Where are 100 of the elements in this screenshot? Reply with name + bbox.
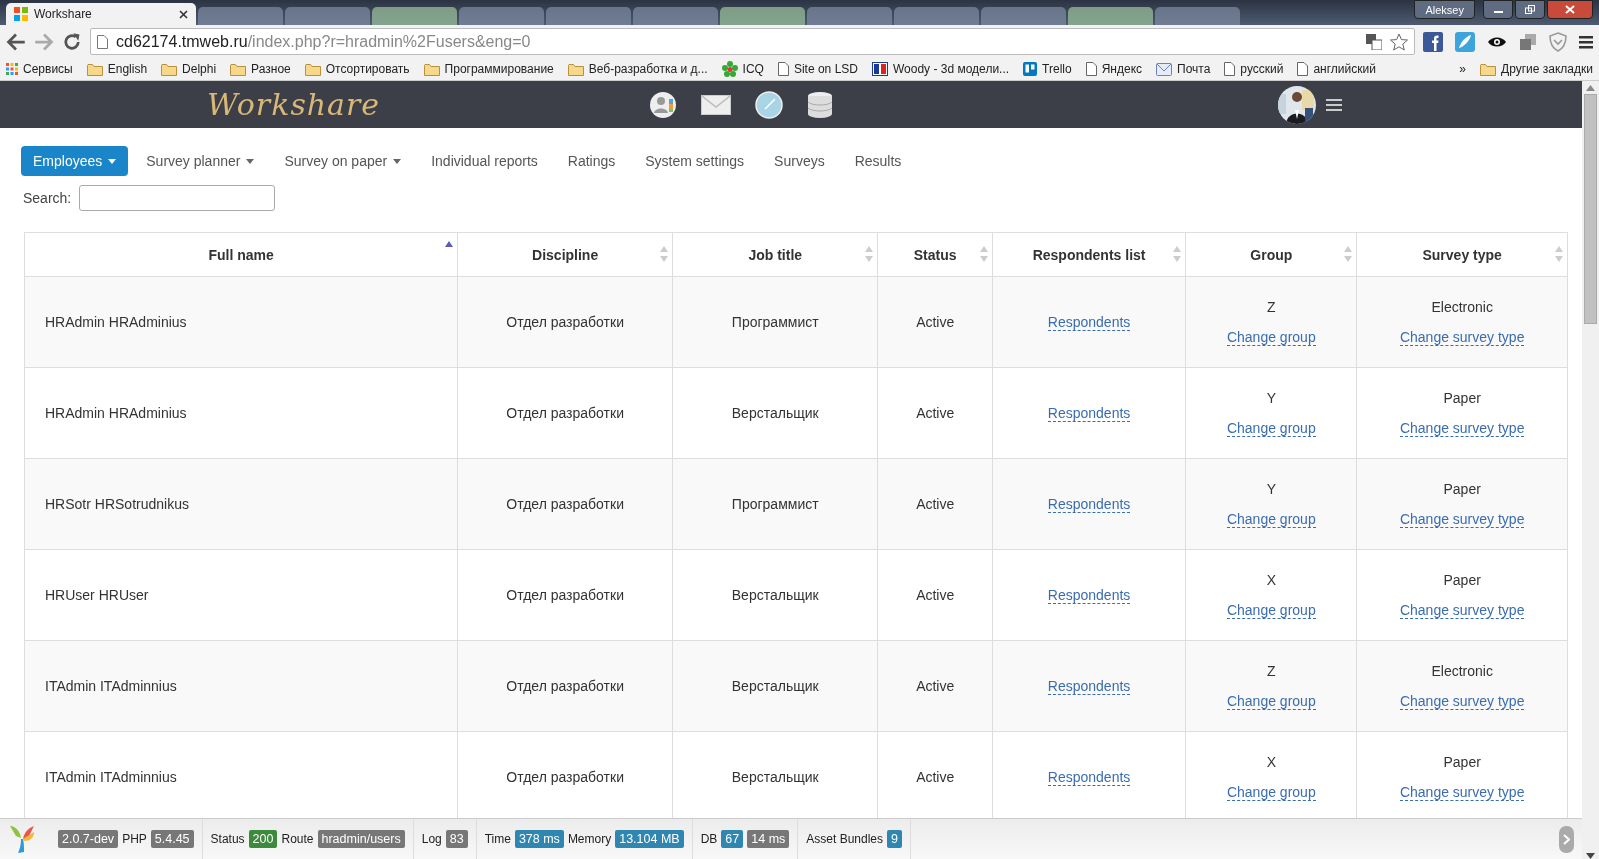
database-icon[interactable] xyxy=(807,90,833,119)
shield-icon[interactable] xyxy=(1549,31,1567,52)
logo[interactable]: Workshare xyxy=(207,87,587,122)
yii-logo-icon[interactable] xyxy=(8,824,36,854)
nav-tab[interactable]: System settings xyxy=(633,146,757,176)
user-icon[interactable] xyxy=(649,90,677,119)
minimize-button[interactable] xyxy=(1483,0,1513,19)
bookmark[interactable]: English xyxy=(86,62,148,76)
nav-tab[interactable]: Results xyxy=(842,146,914,176)
change-survey-type-link[interactable]: Change survey type xyxy=(1399,783,1525,801)
group-value: Z xyxy=(1267,662,1276,679)
scrollbar[interactable] xyxy=(1582,81,1599,859)
clock-icon[interactable] xyxy=(755,90,783,119)
browser-tab[interactable]: Workshare xyxy=(6,3,196,25)
debug-badge: hradmin/users xyxy=(317,830,405,848)
nav-tab[interactable]: Survey on paper xyxy=(272,146,414,176)
facebook-icon[interactable] xyxy=(1423,31,1443,52)
folder-icon xyxy=(161,62,178,76)
folder-icon xyxy=(1480,62,1497,76)
change-survey-type-link[interactable]: Change survey type xyxy=(1399,419,1525,437)
back-icon[interactable] xyxy=(6,31,26,52)
menu-icon[interactable] xyxy=(1579,34,1593,49)
change-group-link[interactable]: Change group xyxy=(1226,783,1316,801)
forward-icon[interactable] xyxy=(34,31,54,52)
bookmark[interactable]: ICQ xyxy=(721,61,764,77)
table-cell: Программист xyxy=(672,458,878,550)
change-survey-type-link[interactable]: Change survey type xyxy=(1399,328,1525,346)
bookmark[interactable]: Программирование xyxy=(423,62,554,76)
change-survey-type-link[interactable]: Change survey type xyxy=(1399,510,1525,528)
bookmark[interactable]: русский xyxy=(1224,62,1284,76)
folder-icon xyxy=(567,62,584,76)
change-group-link[interactable]: Change group xyxy=(1226,692,1316,710)
debug-badge: 200 xyxy=(248,830,278,848)
column-header[interactable]: Status xyxy=(878,232,993,277)
page-icon xyxy=(1297,62,1309,76)
address-bar[interactable]: cd62174.tmweb.ru/index.php?r=hradmin%2Fusers&eng=0 xyxy=(90,28,1415,55)
translate-icon[interactable] xyxy=(1366,33,1382,50)
change-survey-type-link[interactable]: Change survey type xyxy=(1399,601,1525,619)
nav-tab[interactable]: Ratings xyxy=(555,146,628,176)
column-header[interactable]: Survey type xyxy=(1356,232,1568,277)
mail-icon xyxy=(1156,62,1173,76)
change-group-link[interactable]: Change group xyxy=(1226,510,1316,528)
bookmark[interactable]: Woody - 3d модели... xyxy=(872,62,1010,76)
copy-icon[interactable] xyxy=(1519,32,1537,51)
bookmark[interactable]: Другие закладки xyxy=(1480,62,1593,76)
respondents-link[interactable]: Respondents xyxy=(1047,678,1131,695)
star-icon[interactable] xyxy=(1390,32,1408,51)
bookmark[interactable]: Сервисы xyxy=(6,62,73,76)
search-field[interactable] xyxy=(79,185,276,211)
nav-tab[interactable]: Individual reports xyxy=(419,146,550,176)
scrollbar-thumb[interactable] xyxy=(1584,94,1597,324)
column-header[interactable]: Group xyxy=(1185,232,1357,277)
survey-type-value: Paper xyxy=(1443,480,1481,497)
group-value: Z xyxy=(1267,298,1276,315)
nav-tab[interactable]: Survey planner xyxy=(134,146,267,176)
bookmark[interactable]: Отсортировать xyxy=(304,62,410,76)
change-group-link[interactable]: Change group xyxy=(1226,419,1316,437)
respondents-link[interactable]: Respondents xyxy=(1047,769,1131,786)
bookmark[interactable]: Delphi xyxy=(161,62,217,76)
apps-icon xyxy=(6,63,18,75)
bookmark[interactable]: Разное xyxy=(230,62,291,76)
table-cell: Active xyxy=(878,367,993,459)
respondents-link[interactable]: Respondents xyxy=(1047,496,1131,513)
bookmark[interactable]: английский xyxy=(1297,62,1376,76)
bookmark[interactable]: Яндекс xyxy=(1085,62,1143,76)
eye-icon[interactable] xyxy=(1487,35,1507,48)
debug-label: DB xyxy=(700,832,718,846)
respondents-link[interactable]: Respondents xyxy=(1047,405,1131,422)
close-icon xyxy=(1565,5,1575,14)
change-group-link[interactable]: Change group xyxy=(1226,601,1316,619)
respondents-link[interactable]: Respondents xyxy=(1047,314,1131,331)
profile-button[interactable]: Aleksey xyxy=(1414,0,1475,19)
change-survey-type-link[interactable]: Change survey type xyxy=(1399,692,1525,710)
bookmark[interactable]: Почта xyxy=(1156,62,1211,76)
column-header[interactable]: Full name xyxy=(24,232,458,277)
debug-label: Asset Bundles xyxy=(806,832,884,846)
menu-icon[interactable] xyxy=(1326,97,1342,112)
debug-label: Status xyxy=(210,832,245,846)
envelope-icon[interactable] xyxy=(701,94,731,115)
reload-icon[interactable] xyxy=(62,31,82,52)
column-header[interactable]: Job title xyxy=(672,232,878,277)
collapse-toolbar-button[interactable] xyxy=(1559,825,1574,853)
change-group-link[interactable]: Change group xyxy=(1226,328,1316,346)
bookmark[interactable]: Trello xyxy=(1023,62,1072,76)
bookmark[interactable]: Веб-разработка и д... xyxy=(567,62,708,76)
column-header[interactable]: Respondents list xyxy=(992,232,1186,277)
respondents-link[interactable]: Respondents xyxy=(1047,587,1131,604)
more-bookmarks-button[interactable]: » xyxy=(1459,62,1467,76)
debug-badge: 83 xyxy=(445,830,468,848)
debug-badge: 5.4.45 xyxy=(150,830,194,848)
window-close-button[interactable] xyxy=(1547,0,1593,19)
nav-tab[interactable]: Employees xyxy=(21,146,129,176)
column-header[interactable]: Discipline xyxy=(457,232,673,277)
bookmark[interactable]: Site on LSD xyxy=(777,62,858,76)
debug-label: Memory xyxy=(567,832,612,846)
close-icon[interactable] xyxy=(179,9,188,19)
table-cell: Active xyxy=(878,458,993,550)
restore-button[interactable] xyxy=(1515,0,1545,19)
nav-tab[interactable]: Surveys xyxy=(762,146,837,176)
scroll-down-icon xyxy=(1586,853,1595,859)
